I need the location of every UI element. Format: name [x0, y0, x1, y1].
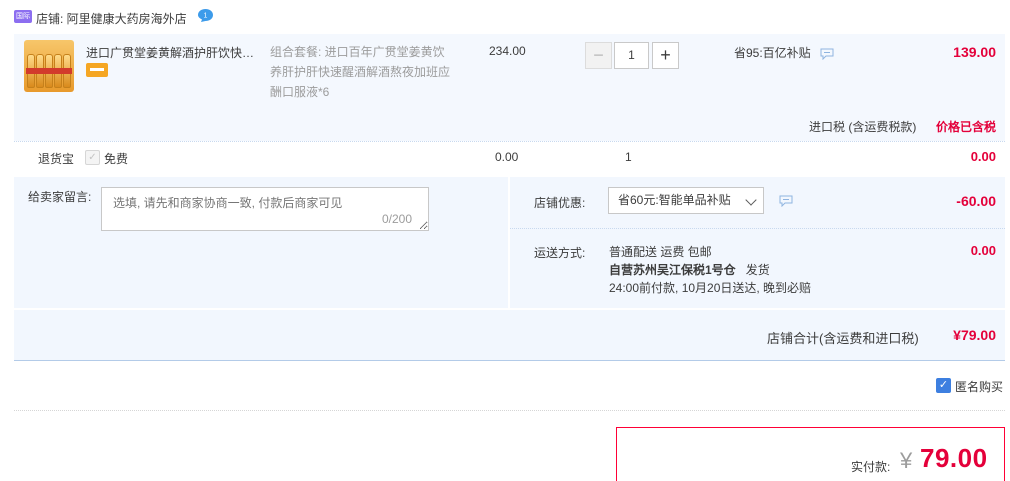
import-tax-value: 价格已含税: [935, 120, 996, 134]
message-label: 给卖家留言:: [28, 190, 92, 204]
item-spec-line: 养肝护肝快速醒酒解酒熬夜加班应: [270, 65, 451, 79]
shop-promo-selected: 省60元:智能单品补贴: [618, 193, 731, 207]
divider: [14, 410, 1005, 411]
anonymous-purchase-checkbox[interactable]: ✓: [936, 378, 951, 393]
shipping-details: 普通配送 运费 包邮 自营苏州吴江保税1号仓 发货 24:00前付款, 10月2…: [609, 243, 811, 297]
quantity-minus-button[interactable]: −: [585, 42, 612, 69]
import-tax-label: 进口税 (含运费税款): [809, 120, 917, 134]
item-spec-line: 酬口服液*6: [270, 85, 330, 99]
actual-payment-label: 实付款:: [851, 460, 891, 474]
chat-bubble-icon[interactable]: 1: [197, 8, 214, 23]
seller-message-input[interactable]: [101, 187, 429, 231]
discount-tag: 省95:百亿补贴: [734, 44, 834, 61]
shipping-delivery-promise: 24:00前付款, 10月20日送达, 晚到必赔: [609, 281, 812, 295]
return-insurance-checkbox[interactable]: ✓: [85, 150, 100, 165]
shop-total-value: ¥79.00: [953, 327, 996, 343]
item-spec-line: 组合套餐: 进口百年广贯堂姜黄饮: [270, 45, 445, 59]
message-char-counter: 0/200: [382, 212, 413, 226]
shipping-fee: 0.00: [970, 243, 996, 258]
quantity-input[interactable]: 1: [614, 42, 649, 69]
item-subtotal: 139.00: [953, 44, 996, 60]
product-image[interactable]: [24, 40, 74, 92]
shipping-label: 运送方式:: [534, 246, 586, 260]
return-insurance-total: 0.00: [970, 149, 996, 164]
discount-info-icon[interactable]: [820, 48, 834, 61]
return-insurance-quantity: 1: [625, 150, 632, 164]
quantity-plus-button[interactable]: +: [652, 42, 679, 69]
actual-payment-value: 79.00: [920, 443, 988, 473]
shipping-dispatch: 发货: [745, 263, 770, 277]
item-title[interactable]: 进口广贯堂姜黄解酒护肝饮快速醒酒...: [86, 44, 266, 61]
return-insurance-label: 退货宝: [38, 152, 75, 166]
item-spec: 组合套餐: 进口百年广贯堂姜黄饮 养肝护肝快速醒酒解酒熬夜加班应 酬口服液*6: [270, 42, 460, 102]
shipping-method: 普通配送 运费 包邮: [609, 245, 712, 259]
coupon-card-icon: [86, 63, 108, 77]
currency-symbol: ¥: [900, 448, 913, 473]
row-divider: [14, 141, 1005, 142]
chevron-down-icon: [745, 194, 757, 206]
discount-tag-label: 省95:百亿补贴: [734, 46, 811, 60]
item-unit-price: 234.00: [489, 44, 526, 58]
shop-name[interactable]: 店铺: 阿里健康大药房海外店: [36, 10, 187, 27]
shop-promo-select[interactable]: 省60元:智能单品补贴: [608, 187, 764, 214]
anonymous-purchase-label[interactable]: 匿名购买: [955, 378, 1003, 395]
shop-promo-label: 店铺优惠:: [534, 196, 586, 210]
shop-total-label: 店铺合计(含运费和进口税): [767, 331, 919, 346]
shipping-warehouse-line: 自营苏州吴江保税1号仓 发货: [609, 261, 811, 279]
row-divider: [510, 228, 1005, 229]
return-insurance-free: 免费: [104, 152, 129, 166]
chat-count: 1: [204, 13, 208, 20]
shop-badge-icon: 国际: [14, 10, 32, 23]
return-insurance-price: 0.00: [495, 150, 519, 164]
shipping-warehouse: 自营苏州吴江保税1号仓: [609, 263, 736, 277]
promo-info-icon[interactable]: [779, 195, 793, 208]
shop-promo-value: -60.00: [956, 193, 996, 209]
